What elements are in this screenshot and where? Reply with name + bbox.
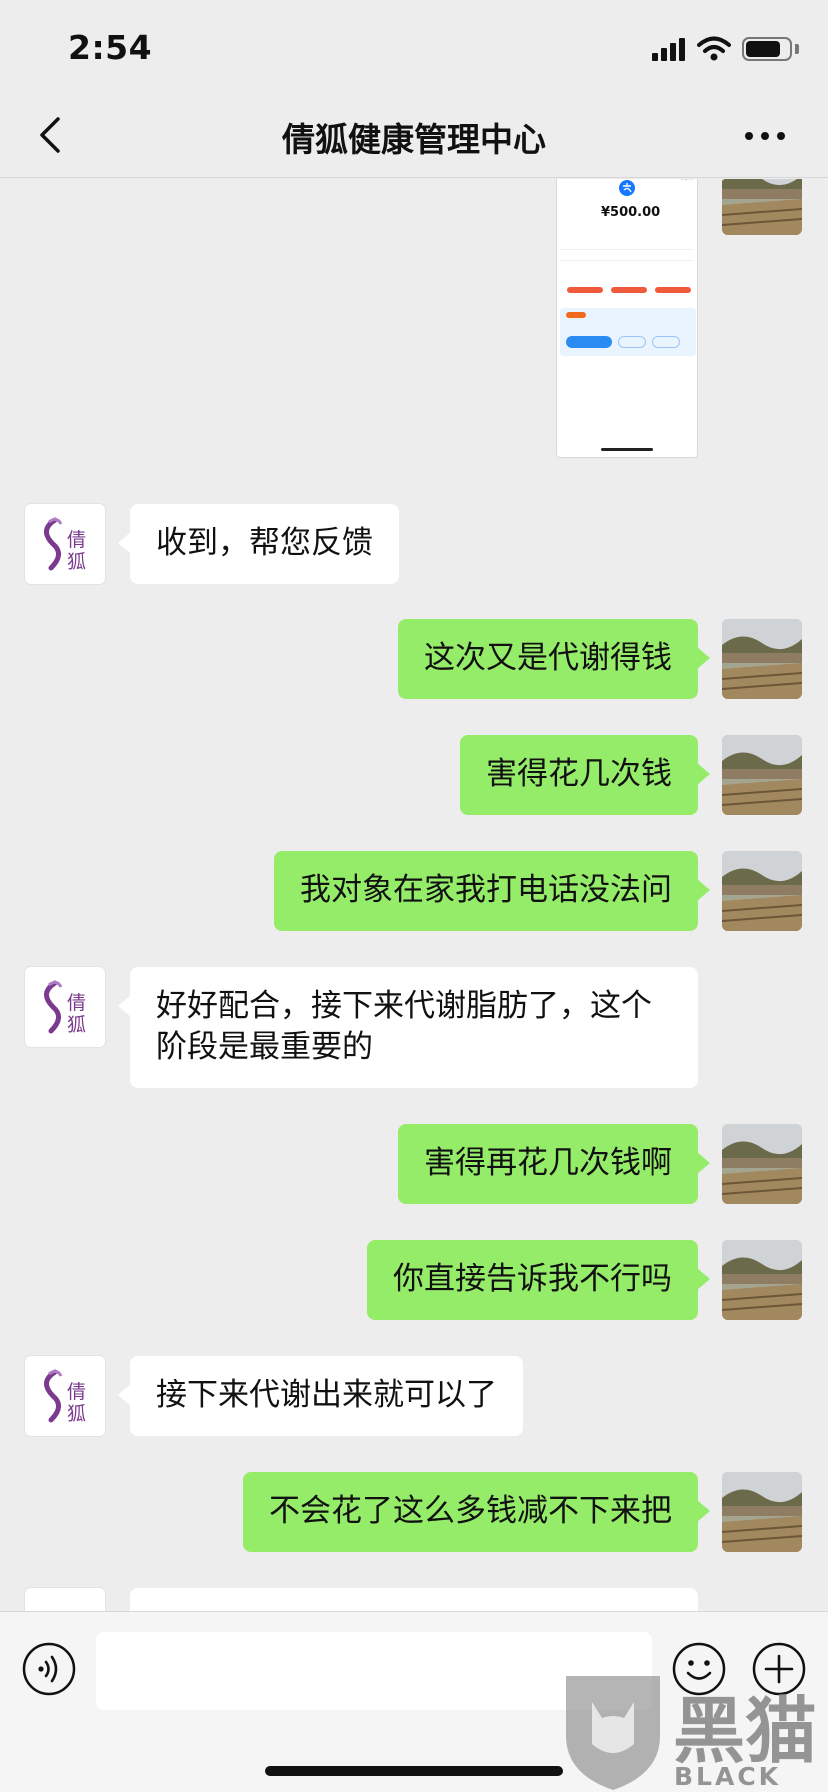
chat-screen: 2:54 倩狐健康管理中心 完成: [0, 0, 828, 1792]
plus-icon[interactable]: [752, 1642, 806, 1696]
more-icon[interactable]: [740, 116, 790, 156]
message-list[interactable]: 完成 ¥500.00: [0, 179, 828, 1611]
image-done-label: 完成: [681, 179, 693, 181]
message-row: 害得再花几次钱啊: [0, 1124, 828, 1208]
voice-icon[interactable]: [22, 1642, 76, 1696]
svg-text:倩: 倩: [67, 529, 86, 551]
outgoing-message[interactable]: 害得花几次钱: [460, 735, 710, 815]
image-promo-banner: [560, 308, 696, 356]
message-row: 这次又是代谢得钱: [0, 619, 828, 703]
my-avatar[interactable]: [722, 1472, 802, 1552]
incoming-message[interactable]: 接下来代谢出来就可以了: [118, 1356, 523, 1436]
image-offer-section: [561, 260, 693, 304]
contact-avatar[interactable]: 倩 狐: [25, 967, 105, 1047]
incoming-message-partial[interactable]: [130, 1588, 698, 1611]
battery-tip: [795, 44, 799, 54]
outgoing-message[interactable]: 这次又是代谢得钱: [398, 619, 710, 699]
my-avatar[interactable]: [722, 851, 802, 931]
svg-text:狐: 狐: [67, 1403, 86, 1425]
message-row-image: 完成 ¥500.00: [0, 179, 828, 469]
alipay-icon: [619, 180, 635, 196]
wifi-icon: [697, 36, 731, 61]
message-row: 倩 狐 收到，帮您反馈: [0, 504, 828, 588]
message-row: 你直接告诉我不行吗: [0, 1240, 828, 1324]
payment-screenshot-image[interactable]: 完成 ¥500.00: [556, 179, 698, 458]
message-row: 我对象在家我打电话没法问: [0, 851, 828, 935]
my-avatar[interactable]: [722, 1124, 802, 1204]
battery-icon: [742, 37, 792, 61]
outgoing-message[interactable]: 你直接告诉我不行吗: [367, 1240, 710, 1320]
message-row: 倩 狐 接下来代谢出来就可以了: [0, 1356, 828, 1440]
outgoing-message[interactable]: 不会花了这么多钱减不下来把: [243, 1472, 710, 1552]
message-input[interactable]: [96, 1632, 652, 1710]
my-avatar[interactable]: [722, 735, 802, 815]
my-avatar[interactable]: [722, 1240, 802, 1320]
message-row: 害得花几次钱: [0, 735, 828, 819]
cellular-signal-icon: [652, 37, 686, 61]
incoming-message[interactable]: 好好配合，接下来代谢脂肪了，这个阶段是最重要的: [118, 967, 698, 1088]
my-avatar[interactable]: [722, 179, 802, 235]
outgoing-message[interactable]: 害得再花几次钱啊: [398, 1124, 710, 1204]
message-row-partial: [0, 1588, 828, 1611]
outgoing-message[interactable]: 我对象在家我打电话没法问: [274, 851, 710, 931]
svg-text:狐: 狐: [67, 551, 86, 573]
contact-avatar[interactable]: [25, 1588, 105, 1611]
status-bar: 2:54: [0, 0, 828, 96]
svg-text:倩: 倩: [67, 1381, 86, 1403]
my-avatar[interactable]: [722, 619, 802, 699]
incoming-message[interactable]: 收到，帮您反馈: [118, 504, 399, 584]
image-home-bar: [601, 448, 653, 451]
message-row: 不会花了这么多钱减不下来把: [0, 1472, 828, 1556]
payment-amount: ¥500.00: [601, 205, 661, 220]
chat-title: 倩狐健康管理中心: [282, 120, 546, 159]
nav-bar: 倩狐健康管理中心: [0, 96, 828, 178]
message-row: 倩 狐 好好配合，接下来代谢脂肪了，这个阶段是最重要的: [0, 967, 828, 1091]
input-bar: [0, 1611, 828, 1792]
emoji-icon[interactable]: [672, 1642, 726, 1696]
status-time: 2:54: [68, 28, 153, 67]
home-indicator: [265, 1766, 563, 1776]
svg-text:狐: 狐: [67, 1014, 86, 1036]
image-detail-rows: [561, 226, 693, 250]
contact-avatar[interactable]: 倩 狐: [25, 504, 105, 584]
svg-text:倩: 倩: [67, 992, 86, 1014]
contact-avatar[interactable]: 倩 狐: [25, 1356, 105, 1436]
